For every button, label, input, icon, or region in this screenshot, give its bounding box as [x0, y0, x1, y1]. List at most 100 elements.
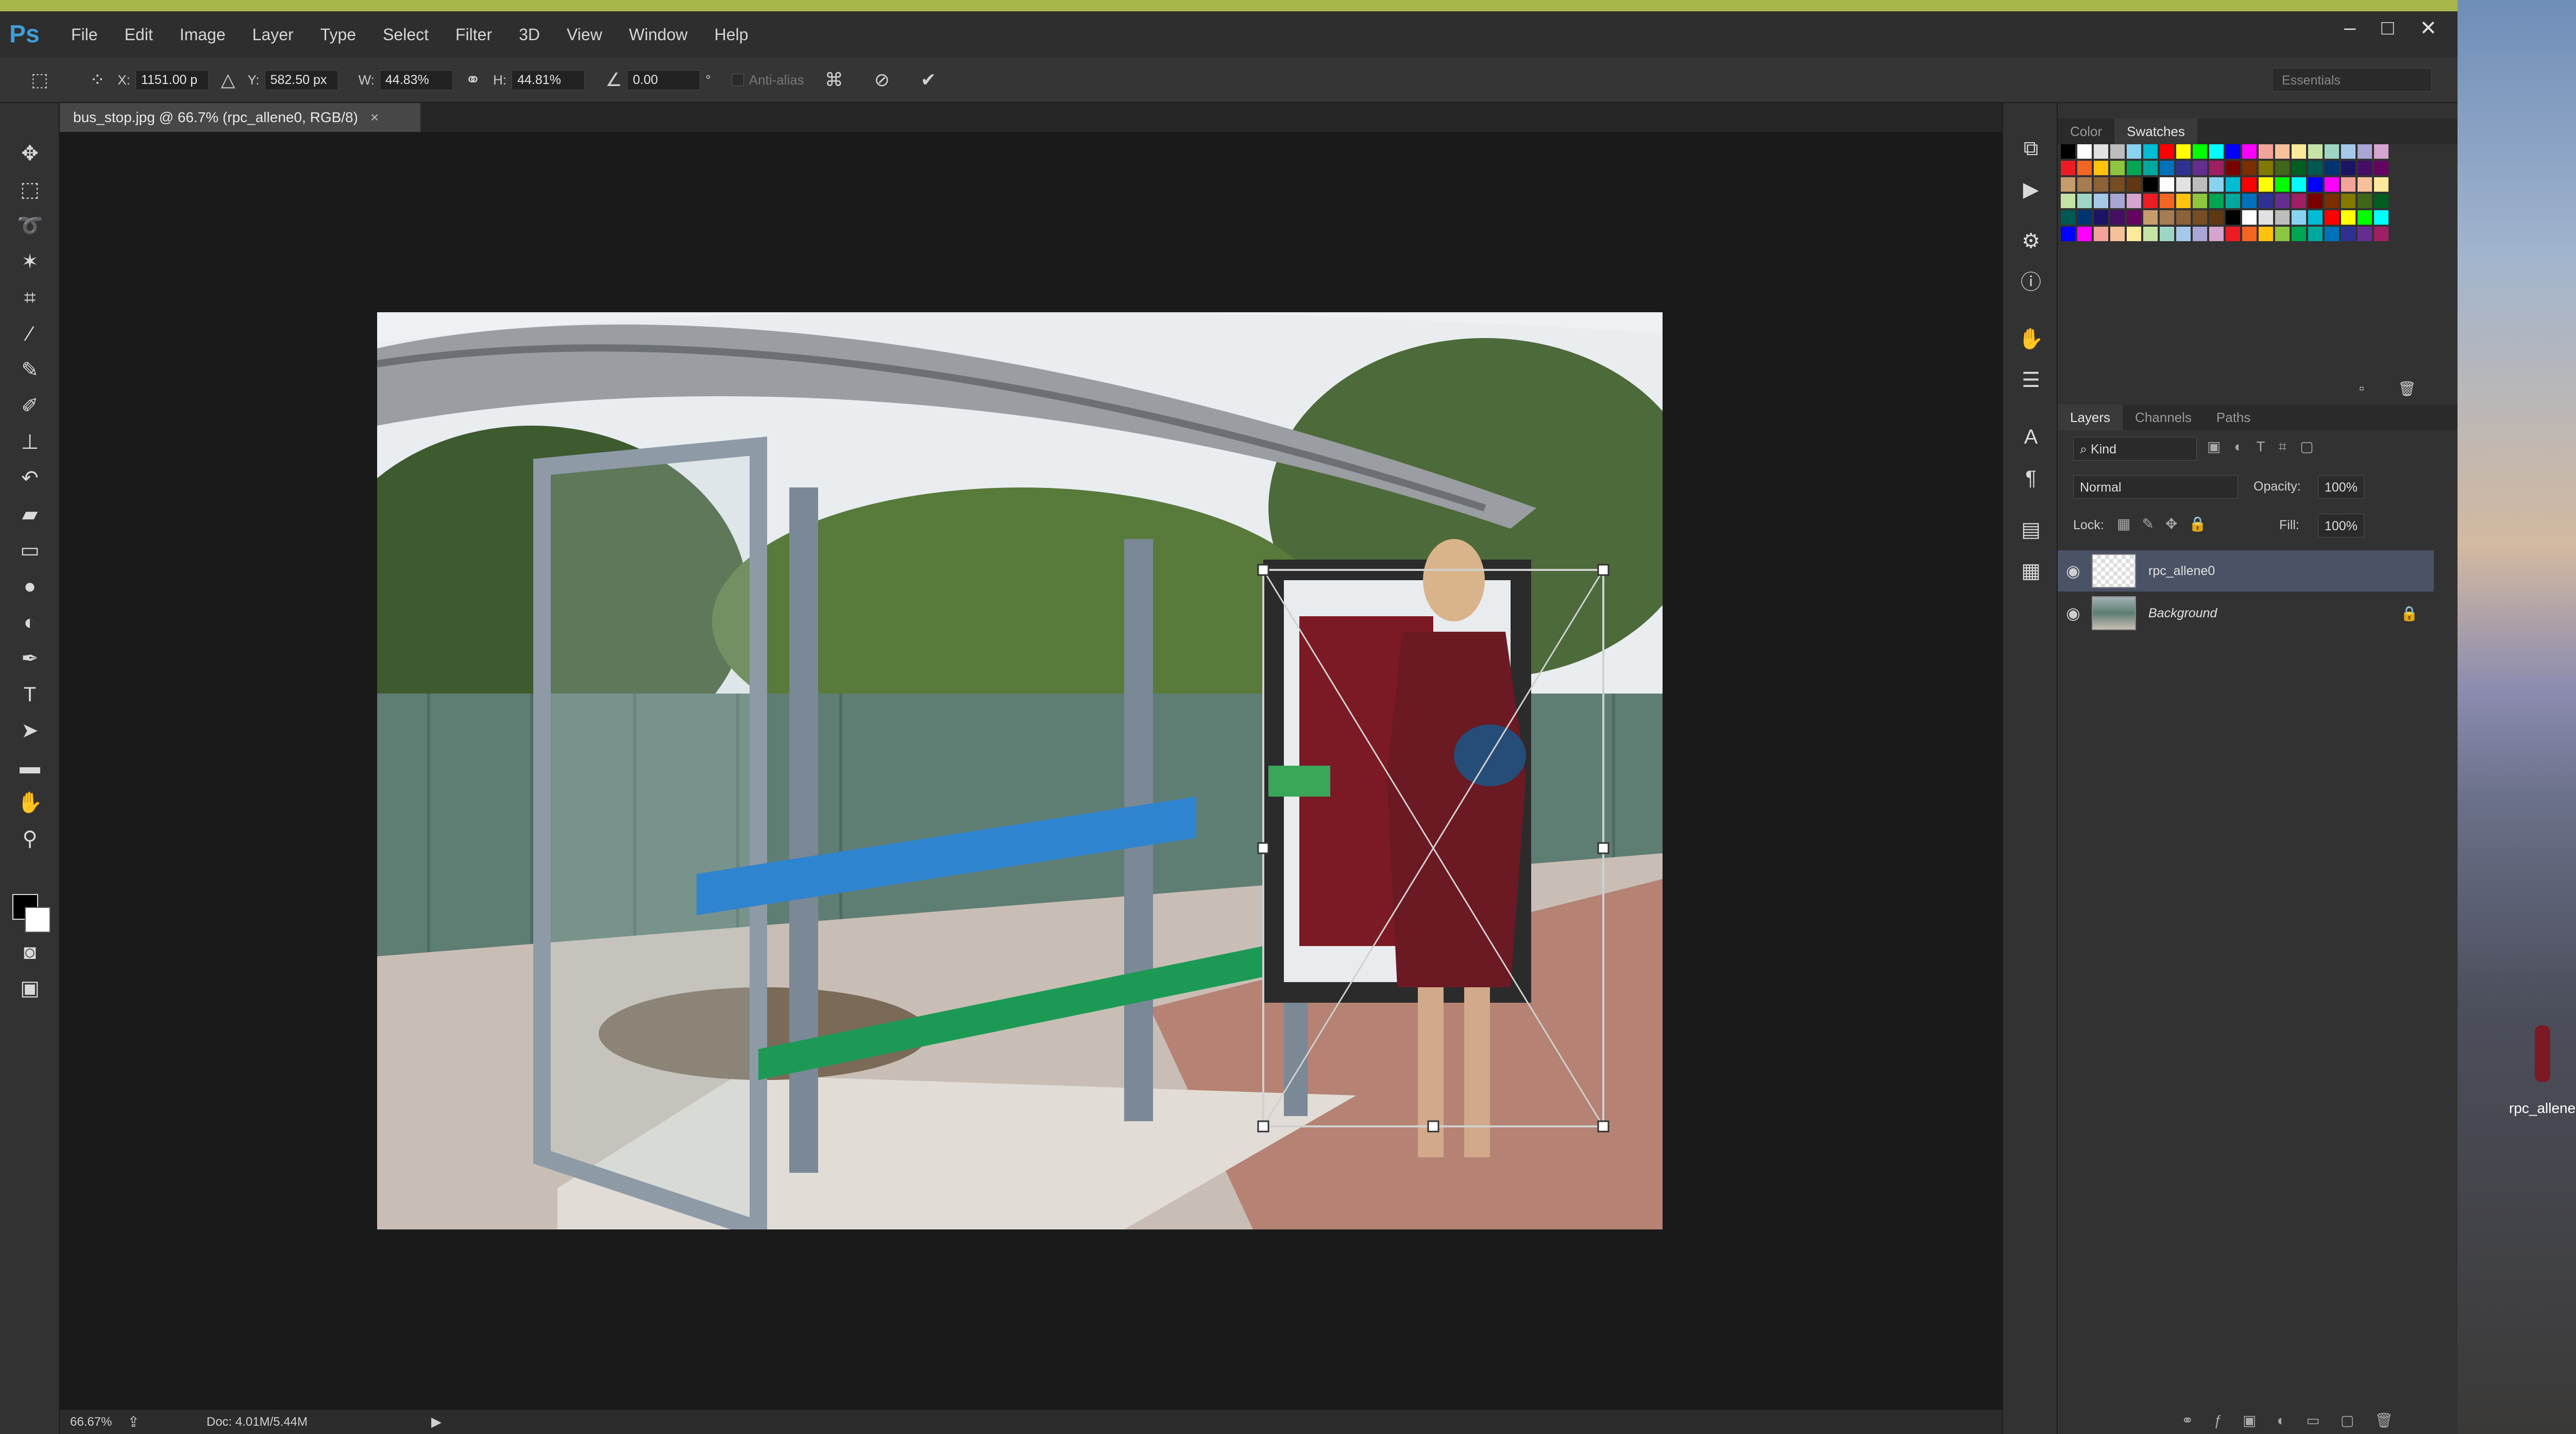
layers-footer-icons[interactable]: ⚭ƒ▣◐▭▢🗑 [2181, 1412, 2414, 1429]
tab-color[interactable]: Color [2058, 119, 2114, 144]
close-button[interactable]: ✕ [2419, 16, 2437, 40]
color-swatch[interactable] [2127, 161, 2141, 175]
color-swatch[interactable] [2127, 144, 2141, 159]
color-swatch[interactable] [2077, 177, 2092, 192]
color-swatch[interactable] [2341, 227, 2355, 241]
menu-select[interactable]: Select [383, 25, 429, 44]
layer-filter-kind[interactable]: ⌕ Kind [2073, 437, 2197, 461]
color-swatch[interactable] [2292, 144, 2306, 159]
move-tool-icon[interactable]: ✥ [15, 139, 44, 168]
background-color-swatch[interactable] [25, 907, 50, 933]
color-swatch[interactable] [2325, 194, 2339, 208]
transform-tool-icon[interactable]: ⬚ [31, 69, 48, 91]
color-swatch[interactable] [2226, 210, 2240, 225]
color-swatch[interactable] [2094, 161, 2108, 175]
color-swatch[interactable] [2308, 194, 2323, 208]
color-swatch[interactable] [2061, 227, 2075, 241]
color-swatch[interactable] [2292, 161, 2306, 175]
color-swatch[interactable] [2341, 177, 2355, 192]
maximize-button[interactable]: □ [2381, 16, 2394, 40]
menu-help[interactable]: Help [715, 25, 749, 44]
workspace-select[interactable]: Essentials [2272, 68, 2432, 92]
color-swatch[interactable] [2341, 144, 2355, 159]
tab-paths[interactable]: Paths [2204, 404, 2263, 430]
color-swatch[interactable] [2143, 177, 2158, 192]
type-tool-icon[interactable]: T [15, 680, 44, 709]
color-swatch[interactable] [2110, 177, 2125, 192]
height-field[interactable]: 44.81% [512, 70, 585, 90]
color-swatch[interactable] [2094, 177, 2108, 192]
color-swatch[interactable] [2127, 194, 2141, 208]
color-swatch[interactable] [2242, 194, 2257, 208]
share-icon[interactable]: ⇪ [127, 1413, 139, 1430]
color-swatch[interactable] [2308, 144, 2323, 159]
color-swatch[interactable] [2176, 194, 2191, 208]
color-swatch[interactable] [2374, 194, 2388, 208]
warp-icon[interactable]: ⌘ [825, 69, 843, 91]
lock-icons[interactable]: ▦✎✥🔒 [2117, 515, 2218, 532]
color-swatch[interactable] [2176, 227, 2191, 241]
filter-icons[interactable]: ▣◐T⌗▢ [2207, 438, 2327, 455]
document-tab[interactable]: bus_stop.jpg @ 66.7% (rpc_allene0, RGB/8… [60, 103, 420, 132]
color-swatch[interactable] [2110, 227, 2125, 241]
color-swatch[interactable] [2094, 194, 2108, 208]
dodge-tool-icon[interactable]: ◐ [15, 608, 44, 637]
color-swatch[interactable] [2358, 194, 2372, 208]
color-swatch[interactable] [2110, 161, 2125, 175]
menu-file[interactable]: File [71, 25, 98, 44]
layer-row-background[interactable]: ◉ Background 🔒 [2058, 593, 2434, 634]
opacity-field[interactable]: 100% [2318, 475, 2364, 499]
color-swatch[interactable] [2325, 177, 2339, 192]
color-swatch[interactable] [2308, 227, 2323, 241]
color-swatch[interactable] [2061, 161, 2075, 175]
color-swatch[interactable] [2292, 227, 2306, 241]
history-panel-icon[interactable]: ⧉ [2016, 134, 2045, 163]
quick-mask-icon[interactable]: ◙ [15, 938, 44, 967]
actions-panel-icon[interactable]: ▶ [2016, 175, 2045, 204]
color-swatch[interactable] [2127, 177, 2141, 192]
color-swatch[interactable] [2341, 161, 2355, 175]
color-swatch[interactable] [2242, 144, 2257, 159]
color-swatch[interactable] [2358, 144, 2372, 159]
color-swatch[interactable] [2160, 227, 2174, 241]
minimize-button[interactable]: – [2344, 16, 2355, 40]
menu-view[interactable]: View [567, 25, 602, 44]
desktop-file-label[interactable]: rpc_allene0... [2509, 1100, 2576, 1117]
color-swatch[interactable] [2226, 144, 2240, 159]
color-swatch[interactable] [2077, 194, 2092, 208]
color-swatch[interactable] [2077, 144, 2092, 159]
color-swatch[interactable] [2160, 177, 2174, 192]
blur-tool-icon[interactable]: ● [15, 572, 44, 601]
cancel-transform-icon[interactable]: ⊘ [874, 69, 890, 91]
color-swatch[interactable] [2143, 210, 2158, 225]
color-swatch[interactable] [2242, 210, 2257, 225]
color-swatch[interactable] [2193, 177, 2207, 192]
status-menu-arrow-icon[interactable]: ▶ [431, 1414, 442, 1430]
new-swatch-icon[interactable]: ▫ [2359, 380, 2364, 397]
marquee-tool-icon[interactable]: ⬚ [15, 175, 44, 204]
color-swatch[interactable] [2308, 210, 2323, 225]
color-swatch[interactable] [2325, 227, 2339, 241]
menu-edit[interactable]: Edit [125, 25, 153, 44]
lasso-tool-icon[interactable]: ➰ [15, 211, 44, 240]
color-swatch[interactable] [2325, 144, 2339, 159]
color-swatch[interactable] [2242, 161, 2257, 175]
color-swatch[interactable] [2242, 177, 2257, 192]
color-swatch[interactable] [2374, 144, 2388, 159]
color-swatch[interactable] [2358, 177, 2372, 192]
color-swatch[interactable] [2341, 210, 2355, 225]
menu-3d[interactable]: 3D [519, 25, 540, 44]
color-swatch[interactable] [2209, 227, 2224, 241]
visibility-eye-icon[interactable]: ◉ [2058, 603, 2089, 623]
color-swatch[interactable] [2160, 194, 2174, 208]
color-swatch[interactable] [2160, 161, 2174, 175]
color-swatch[interactable] [2176, 144, 2191, 159]
color-swatch[interactable] [2061, 177, 2075, 192]
color-swatch[interactable] [2292, 177, 2306, 192]
color-swatch[interactable] [2374, 177, 2388, 192]
color-swatch[interactable] [2176, 177, 2191, 192]
width-field[interactable]: 44.83% [379, 70, 453, 90]
color-swatch[interactable] [2127, 210, 2141, 225]
x-field[interactable]: 1151.00 p [135, 70, 209, 90]
color-swatch[interactable] [2374, 227, 2388, 241]
